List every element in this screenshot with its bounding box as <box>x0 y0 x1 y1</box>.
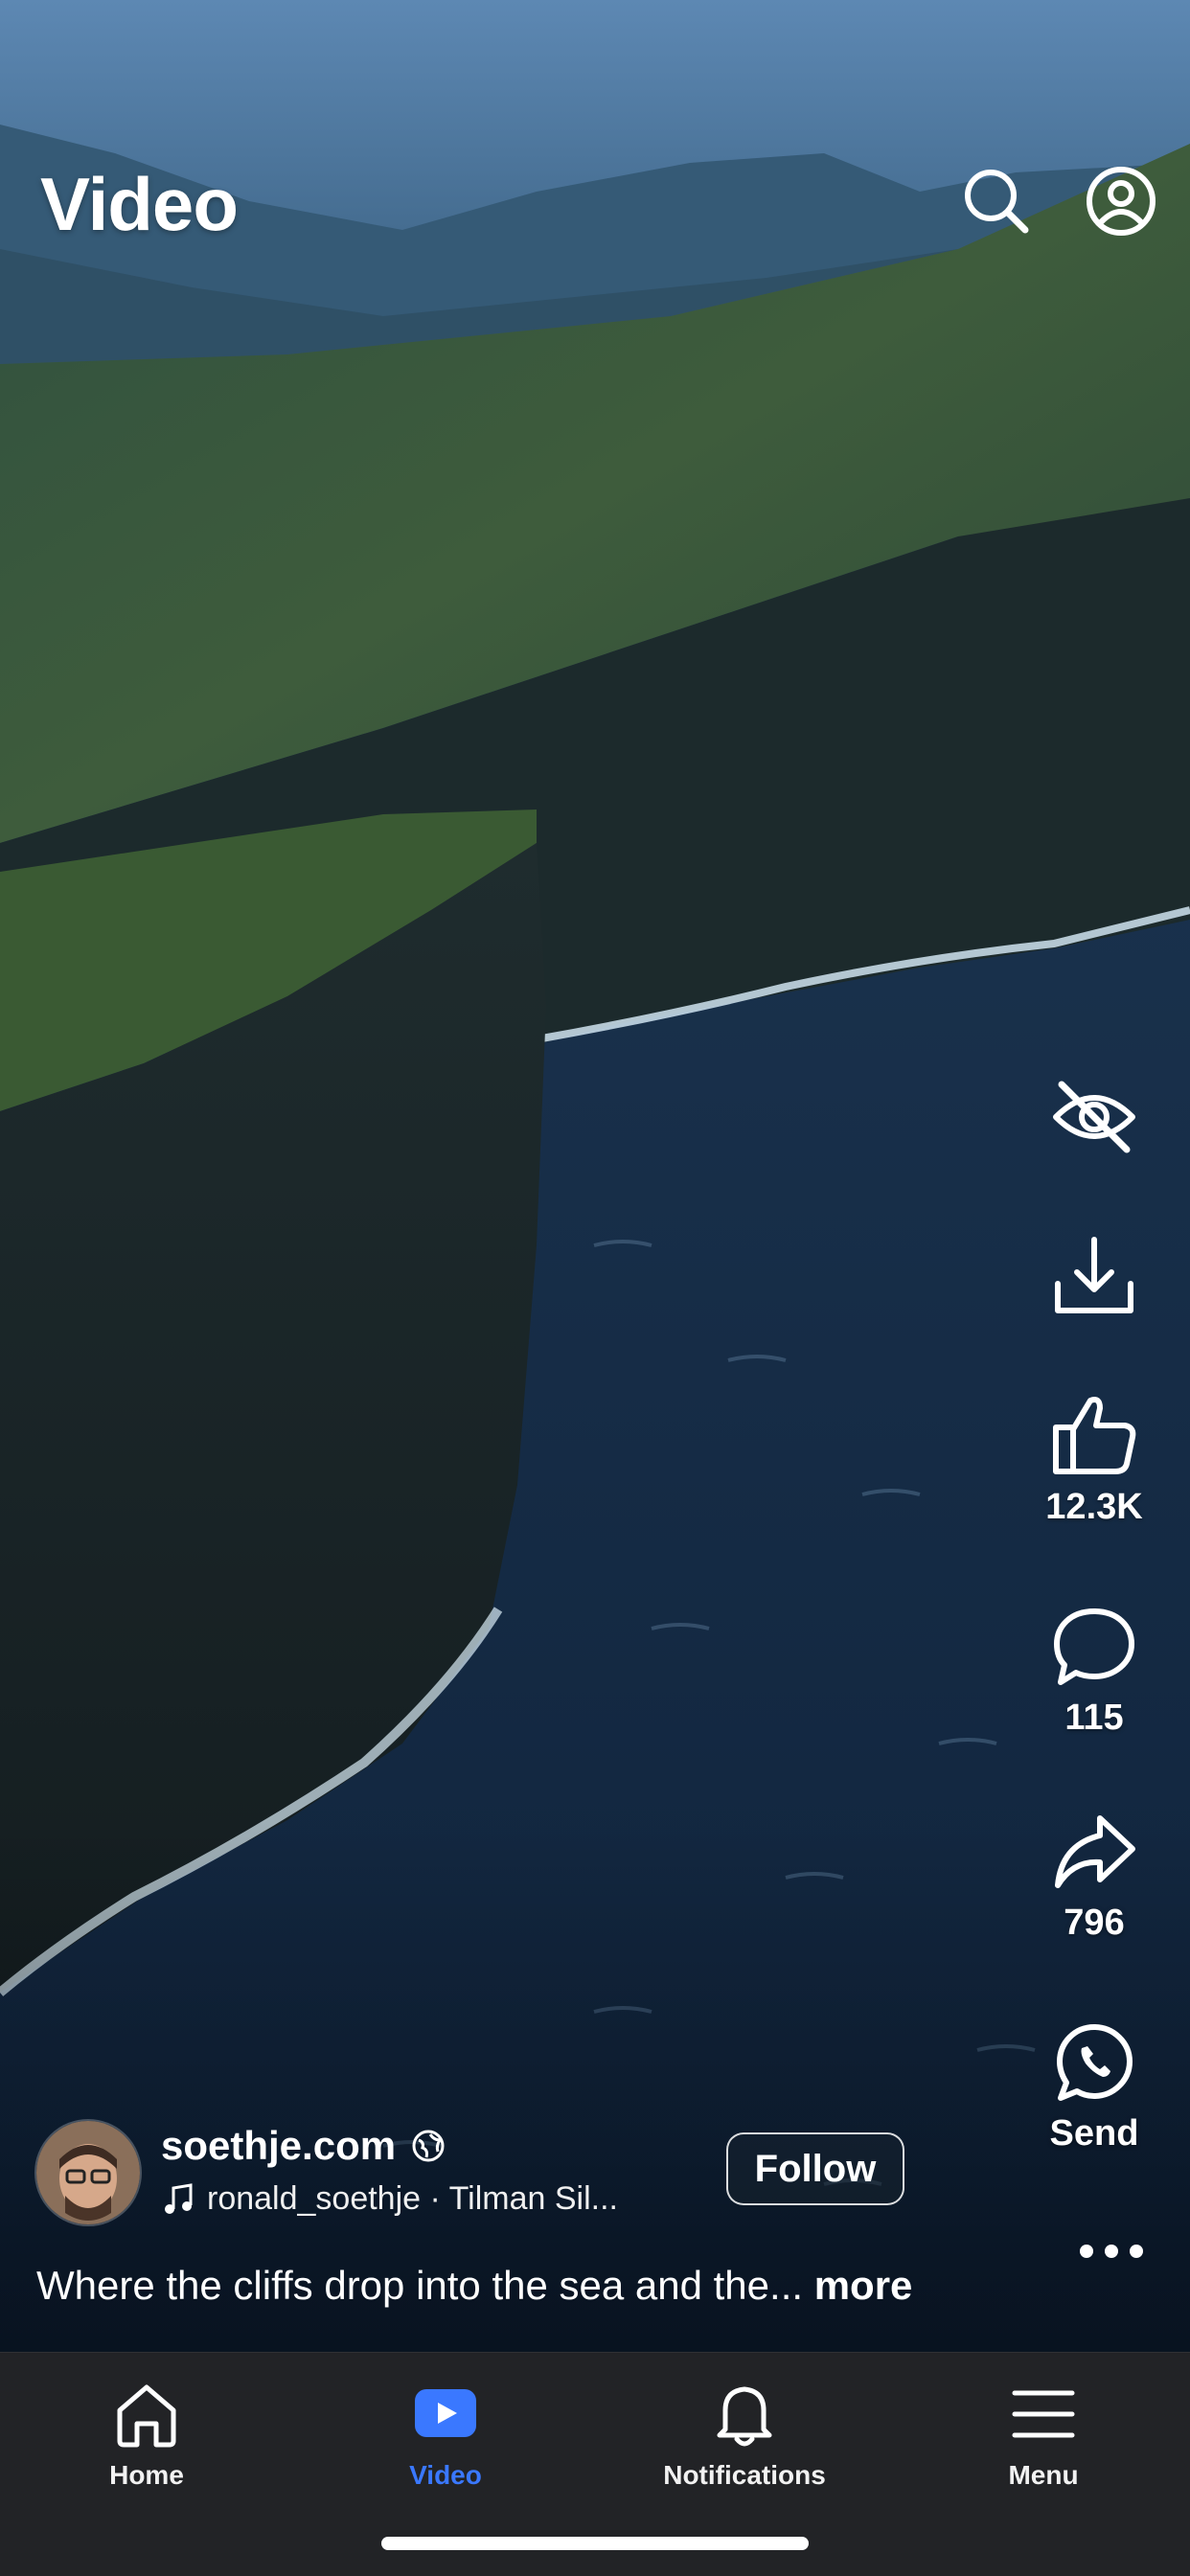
menu-icon <box>1012 2390 1075 2438</box>
tab-video[interactable]: Video <box>340 2378 551 2491</box>
caption[interactable]: Where the cliffs drop into the sea and t… <box>36 2263 912 2309</box>
caption-text: Where the cliffs drop into the sea and t… <box>36 2263 804 2308</box>
tab-notifications-label: Notifications <box>663 2460 826 2490</box>
author-name[interactable]: soethje.com <box>161 2123 396 2169</box>
tab-notifications[interactable]: Notifications <box>639 2378 850 2491</box>
tab-menu-label: Menu <box>1008 2460 1079 2490</box>
audio-label: ronald_soethje · Tilman Sil... <box>207 2180 618 2217</box>
share-button[interactable]: 796 <box>998 1812 1190 1944</box>
globe-icon <box>412 2130 445 2162</box>
thumbs-up-icon <box>1053 1397 1136 1474</box>
hide-button[interactable] <box>998 1071 1190 1163</box>
follow-button[interactable]: Follow <box>726 2132 904 2205</box>
tab-video-label: Video <box>409 2460 482 2490</box>
comment-button[interactable]: 115 <box>998 1606 1190 1739</box>
home-indicator[interactable] <box>381 2537 809 2550</box>
audio-track[interactable]: ronald_soethje · Tilman Sil... <box>161 2180 618 2218</box>
profile-icon[interactable] <box>1083 163 1159 239</box>
bell-icon <box>717 2386 772 2447</box>
avatar[interactable] <box>34 2119 142 2226</box>
whatsapp-icon <box>1057 2024 1133 2101</box>
download-button[interactable] <box>998 1230 1190 1322</box>
tab-menu[interactable]: Menu <box>938 2378 1149 2491</box>
music-note-icon <box>165 2182 193 2214</box>
home-icon <box>117 2384 176 2448</box>
more-options-icon[interactable] <box>1073 2232 1150 2270</box>
more-link[interactable]: more <box>814 2263 913 2308</box>
tab-home[interactable]: Home <box>41 2378 252 2491</box>
like-button[interactable]: 12.3K <box>998 1391 1190 1528</box>
cliff-sea-video-image <box>0 0 1190 2352</box>
send-button[interactable]: Send <box>998 2021 1190 2154</box>
video-icon <box>415 2389 476 2437</box>
share-icon <box>1055 1815 1135 1888</box>
comment-count: 115 <box>1064 1698 1124 1738</box>
send-label: Send <box>1049 2113 1139 2154</box>
like-count: 12.3K <box>1045 1487 1143 1527</box>
download-icon <box>1055 1237 1133 1313</box>
tab-home-label: Home <box>109 2460 184 2490</box>
page-title: Video <box>40 162 239 246</box>
comment-icon <box>1054 1608 1134 1685</box>
author-row[interactable]: soethje.com <box>161 2123 446 2169</box>
eye-off-icon <box>1053 1081 1135 1153</box>
share-count: 796 <box>1064 1903 1125 1943</box>
video-frame[interactable] <box>0 0 1190 2352</box>
search-icon[interactable] <box>958 163 1035 239</box>
